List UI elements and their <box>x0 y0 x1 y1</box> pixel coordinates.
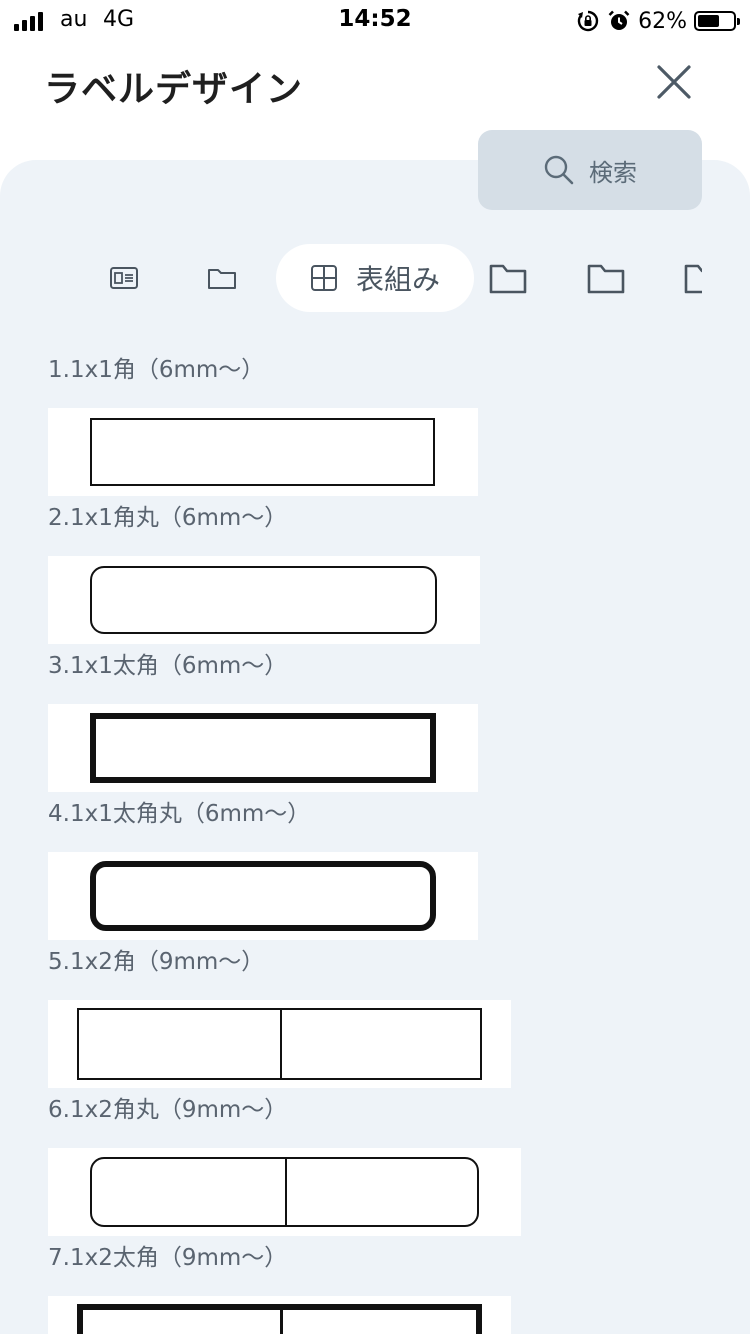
design-preview[interactable] <box>48 1000 511 1088</box>
design-preview[interactable] <box>48 1296 511 1334</box>
table-grid-icon <box>310 265 337 291</box>
design-label: 6.1x2角丸（9mm〜） <box>48 1097 288 1123</box>
status-bar: au 4G 14:52 62% <box>0 0 750 42</box>
label-frame-square <box>90 418 435 486</box>
tab-folder-2[interactable] <box>476 244 540 312</box>
page-title: ラベルデザイン <box>44 69 304 110</box>
folder-icon <box>587 264 625 294</box>
design-preview[interactable] <box>48 704 478 792</box>
tab-folder-3[interactable] <box>574 244 638 312</box>
design-preview[interactable] <box>48 408 478 496</box>
id-card-icon <box>110 267 138 289</box>
design-label: 7.1x2太角（9mm〜） <box>48 1245 288 1271</box>
screen: au 4G 14:52 62% ラベルデザイン 検索 表組み 1.1x1角（6m… <box>0 0 750 1334</box>
label-frame-rounded <box>90 566 437 634</box>
design-label: 2.1x1角丸（6mm〜） <box>48 505 288 531</box>
folder-icon <box>489 264 527 294</box>
label-frame-bold-rounded <box>90 861 436 931</box>
tab-folder-1[interactable] <box>190 244 254 312</box>
label-frame-split-square <box>77 1008 482 1080</box>
tab-folder-4[interactable] <box>684 244 702 312</box>
search-label: 検索 <box>589 158 637 187</box>
tab-table-label: 表組み <box>355 263 440 296</box>
battery-percent: 62% <box>638 8 687 34</box>
design-preview[interactable] <box>48 852 478 940</box>
tab-table[interactable]: 表組み <box>276 244 474 312</box>
folder-icon <box>208 269 236 289</box>
label-frame-bold-square <box>90 713 436 783</box>
alarm-icon <box>608 10 630 30</box>
design-preview[interactable] <box>48 556 480 644</box>
design-label: 5.1x2角（9mm〜） <box>48 949 265 975</box>
design-label: 3.1x1太角（6mm〜） <box>48 653 288 679</box>
design-label: 1.1x1角（6mm〜） <box>48 357 265 383</box>
folder-icon <box>684 264 702 294</box>
design-preview[interactable] <box>48 1148 521 1236</box>
label-frame-split-rounded <box>90 1157 479 1227</box>
close-button[interactable] <box>650 58 698 106</box>
battery-icon <box>694 11 740 31</box>
status-right: 62% <box>576 6 740 36</box>
rotation-lock-icon <box>577 10 599 32</box>
tab-id-card[interactable] <box>92 244 156 312</box>
category-tabs: 表組み <box>80 244 702 312</box>
search-button[interactable]: 検索 <box>478 130 702 210</box>
design-label: 4.1x1太角丸（6mm〜） <box>48 801 311 827</box>
battery-level <box>698 15 719 27</box>
label-frame-split-bold-square <box>77 1304 482 1334</box>
close-icon <box>657 65 691 99</box>
search-icon <box>544 155 574 185</box>
